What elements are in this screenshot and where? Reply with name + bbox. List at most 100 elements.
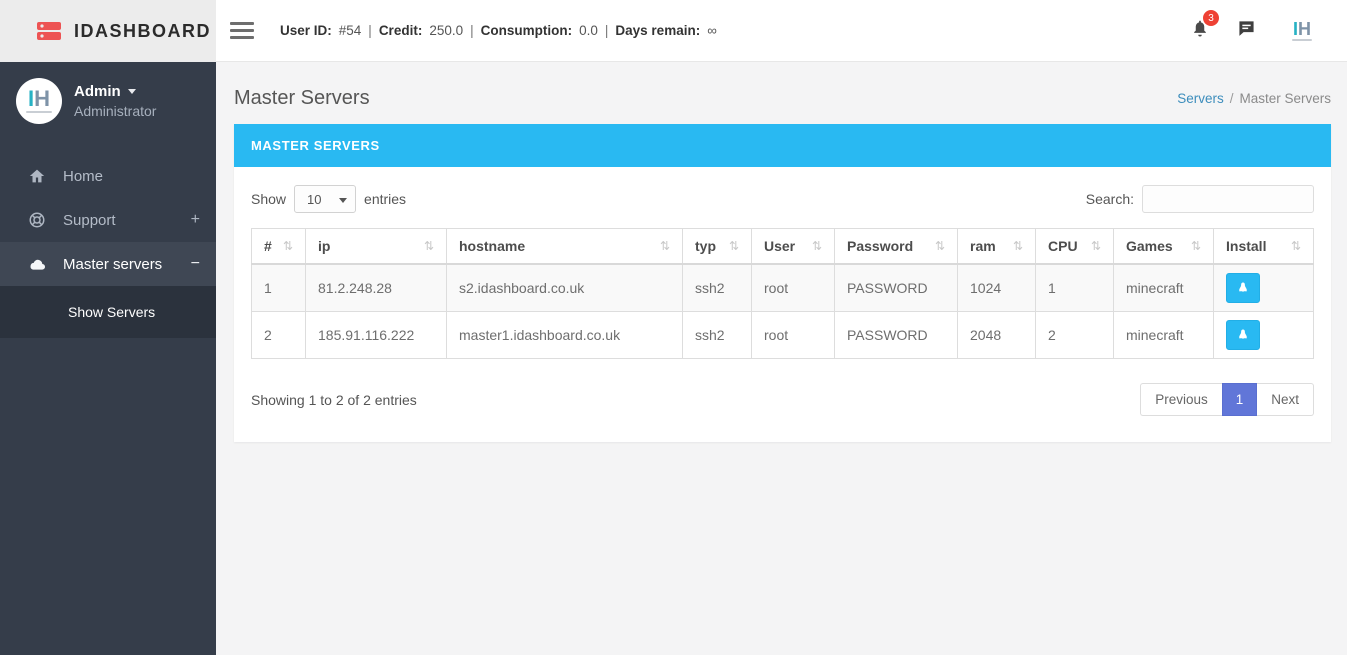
avatar: IH xyxy=(16,78,62,124)
page-1-button[interactable]: 1 xyxy=(1221,383,1258,416)
sort-icon: ⇅ xyxy=(423,239,434,253)
master-servers-panel: MASTER SERVERS Show 10 entries Search: #… xyxy=(234,124,1331,442)
hamburger-menu-icon[interactable] xyxy=(230,16,254,45)
search-label: Search: xyxy=(1085,191,1134,207)
main-content: Master Servers Servers / Master Servers … xyxy=(216,62,1347,655)
cell-num: 1 xyxy=(251,263,306,312)
sort-icon: ⇅ xyxy=(1090,239,1101,253)
table-row: 2 185.91.116.222 master1.idashboard.co.u… xyxy=(251,311,1314,359)
topbar-stats: User ID: #54 | Credit: 250.0 | Consumption… xyxy=(280,23,717,38)
search-input[interactable] xyxy=(1142,185,1314,213)
profile-button[interactable]: IH xyxy=(1283,11,1321,50)
stat-label: Consumption: xyxy=(480,23,573,38)
sidebar-nav: Home Support + Master servers − Show Ser… xyxy=(0,154,216,338)
page-title: Master Servers xyxy=(234,87,370,109)
cell-ip: 81.2.248.28 xyxy=(305,263,447,312)
sort-icon: ⇅ xyxy=(728,239,739,253)
breadcrumb: Servers / Master Servers xyxy=(1177,91,1331,106)
column-header-cpu[interactable]: CPU ⇅ xyxy=(1035,228,1114,265)
sort-icon: ⇅ xyxy=(282,239,293,253)
sidebar-user-panel[interactable]: IH Admin Administrator xyxy=(0,62,216,142)
sort-icon: ⇅ xyxy=(1012,239,1023,253)
table-header-row: # ⇅ ip ⇅ hostname ⇅ typ ⇅ User ⇅ Password ⇅ ra… xyxy=(251,228,1314,265)
cell-install xyxy=(1213,263,1314,312)
cell-ram: 2048 xyxy=(957,311,1036,359)
brand[interactable]: IDASHBOARD xyxy=(0,0,216,62)
cell-user: root xyxy=(751,263,835,312)
table-row: 1 81.2.248.28 s2.idashboard.co.uk ssh2 r… xyxy=(251,263,1314,312)
cell-hostname: s2.idashboard.co.uk xyxy=(446,263,683,312)
home-icon xyxy=(28,166,48,186)
table-controls: Show 10 entries Search: xyxy=(251,185,1314,213)
sort-icon: ⇅ xyxy=(659,239,670,253)
panel-body: Show 10 entries Search: # ⇅ ip ⇅ hostnam… xyxy=(234,167,1331,442)
cell-password: PASSWORD xyxy=(834,263,958,312)
sidebar: IDASHBOARD IH Admin Administrator Home S… xyxy=(0,0,216,655)
cell-hostname: master1.idashboard.co.uk xyxy=(446,311,683,359)
showing-info: Showing 1 to 2 of 2 entries xyxy=(251,391,417,408)
sidebar-item-show-servers[interactable]: Show Servers xyxy=(0,296,216,328)
cloud-icon xyxy=(28,254,48,274)
page-header: Master Servers Servers / Master Servers xyxy=(216,62,1347,110)
show-entries: Show 10 entries xyxy=(251,185,406,213)
linux-penguin-icon xyxy=(1236,327,1250,343)
cell-password: PASSWORD xyxy=(834,311,958,359)
search-box: Search: xyxy=(1086,185,1314,213)
server-stack-icon xyxy=(36,19,62,43)
sidebar-item-support[interactable]: Support + xyxy=(0,198,216,242)
cell-cpu: 2 xyxy=(1035,311,1114,359)
install-linux-button[interactable] xyxy=(1226,273,1260,303)
column-header-password[interactable]: Password ⇅ xyxy=(834,228,958,265)
entries-select[interactable]: 10 xyxy=(294,185,357,213)
column-header-user[interactable]: User ⇅ xyxy=(751,228,835,265)
cell-ram: 1024 xyxy=(957,263,1036,312)
cell-games: minecraft xyxy=(1113,311,1214,359)
cell-games: minecraft xyxy=(1113,263,1214,312)
previous-page-button[interactable]: Previous xyxy=(1140,383,1222,416)
table-footer: Showing 1 to 2 of 2 entries Previous 1 N… xyxy=(251,383,1314,416)
caret-down-icon xyxy=(127,89,136,94)
panel-heading: MASTER SERVERS xyxy=(234,124,1331,167)
breadcrumb-current: Master Servers xyxy=(1239,91,1331,106)
cell-typ: ssh2 xyxy=(682,311,752,359)
caret-down-icon xyxy=(339,198,348,203)
stat-label: User ID: xyxy=(280,23,332,38)
cell-install xyxy=(1213,311,1314,359)
notification-badge: 3 xyxy=(1203,10,1219,26)
linux-penguin-icon xyxy=(1236,280,1250,296)
servers-table: # ⇅ ip ⇅ hostname ⇅ typ ⇅ User ⇅ Password ⇅ ra… xyxy=(251,228,1314,359)
topbar-actions: 3 IH xyxy=(1190,10,1347,50)
sort-icon: ⇅ xyxy=(1290,239,1301,253)
stat-label: Days remain: xyxy=(615,23,701,38)
breadcrumb-link-servers[interactable]: Servers xyxy=(1177,91,1224,106)
sidebar-submenu: Show Servers xyxy=(0,286,216,338)
column-header-install[interactable]: Install ⇅ xyxy=(1213,228,1314,265)
sort-icon: ⇅ xyxy=(934,239,945,253)
life-ring-icon xyxy=(28,210,48,230)
column-header-num[interactable]: # ⇅ xyxy=(251,228,306,265)
sidebar-item-master-servers[interactable]: Master servers − xyxy=(0,242,216,286)
chat-icon xyxy=(1236,18,1257,43)
stat-label: Credit: xyxy=(378,23,423,38)
messages-button[interactable] xyxy=(1236,18,1257,43)
cell-user: root xyxy=(751,311,835,359)
brand-name: IDASHBOARD xyxy=(74,20,212,41)
column-header-hostname[interactable]: hostname ⇅ xyxy=(446,228,683,265)
column-header-ram[interactable]: ram ⇅ xyxy=(957,228,1036,265)
cell-num: 2 xyxy=(251,311,306,359)
notifications-button[interactable]: 3 xyxy=(1190,10,1219,44)
sidebar-item-home[interactable]: Home xyxy=(0,154,216,198)
column-header-ip[interactable]: ip ⇅ xyxy=(305,228,447,265)
user-name[interactable]: Admin xyxy=(74,83,156,100)
column-header-games[interactable]: Games ⇅ xyxy=(1113,228,1214,265)
sort-icon: ⇅ xyxy=(811,239,822,253)
cell-typ: ssh2 xyxy=(682,263,752,312)
app-root: IDASHBOARD IH Admin Administrator Home S… xyxy=(0,0,1347,655)
minus-icon: − xyxy=(190,255,200,272)
install-linux-button[interactable] xyxy=(1226,320,1260,350)
user-role: Administrator xyxy=(74,103,157,119)
column-header-typ[interactable]: typ ⇅ xyxy=(682,228,752,265)
cell-ip: 185.91.116.222 xyxy=(305,311,447,359)
next-page-button[interactable]: Next xyxy=(1257,383,1314,416)
plus-icon: + xyxy=(190,211,200,228)
